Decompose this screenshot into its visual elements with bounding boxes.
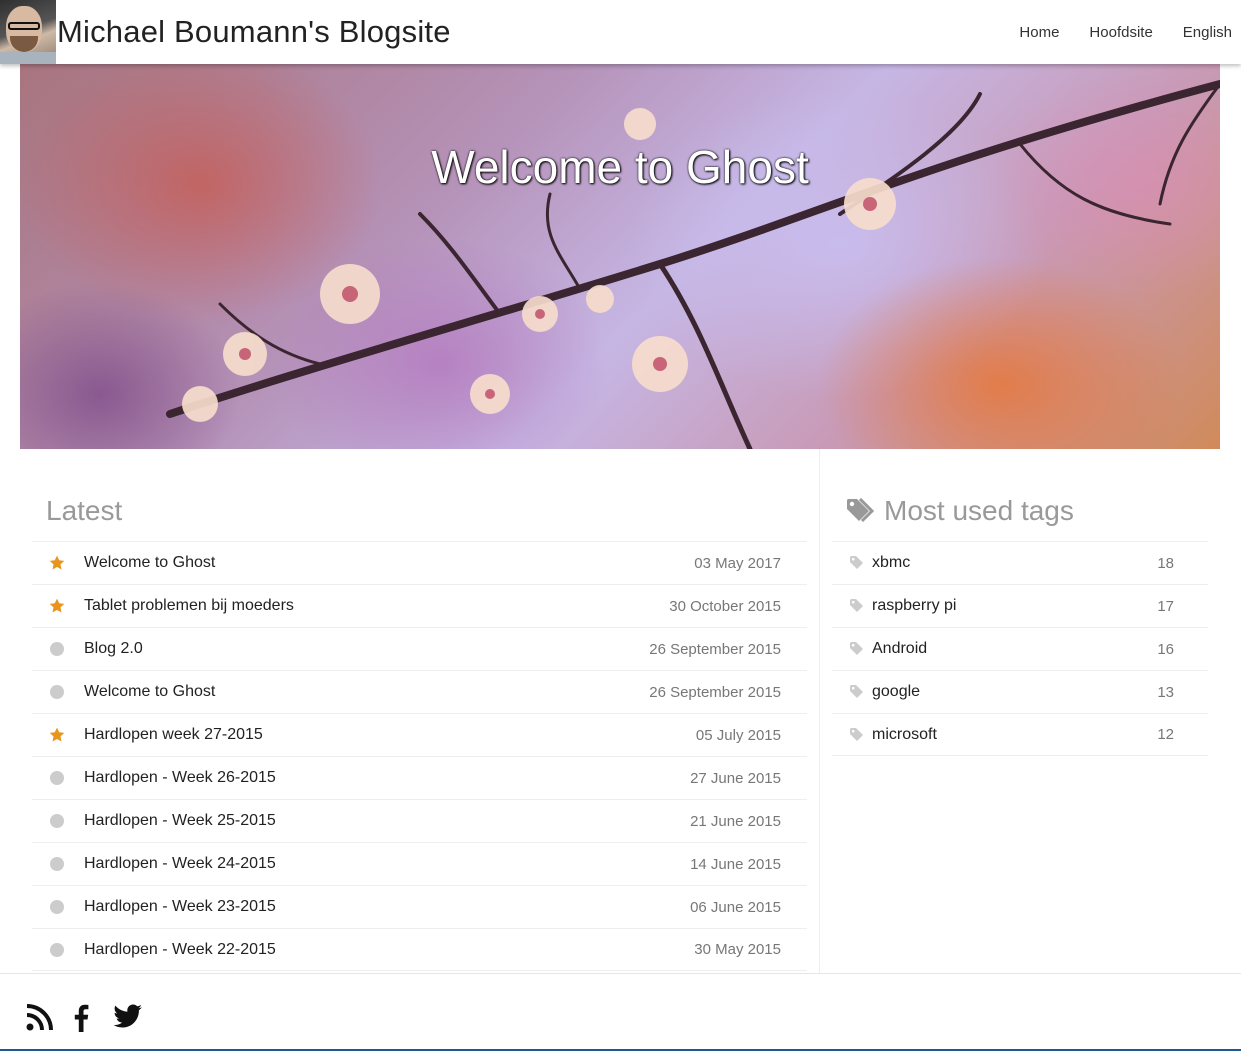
post-row[interactable]: Welcome to Ghost 03 May 2017 bbox=[32, 541, 807, 584]
post-dot-icon bbox=[49, 856, 65, 872]
post-title[interactable]: Hardlopen - Week 26-2015 bbox=[84, 769, 276, 787]
tag-icon bbox=[850, 728, 863, 741]
nav-english-link[interactable]: English bbox=[1183, 24, 1232, 41]
nav-hoofdsite-link[interactable]: Hoofdsite bbox=[1089, 24, 1152, 41]
tag-row[interactable]: microsoft 12 bbox=[832, 713, 1208, 756]
post-date: 26 September 2015 bbox=[649, 640, 781, 658]
post-title[interactable]: Welcome to Ghost bbox=[84, 554, 215, 572]
rss-icon[interactable] bbox=[26, 1004, 53, 1036]
blossom-branch-illustration bbox=[166, 80, 1220, 449]
tag-count: 18 bbox=[1157, 554, 1174, 572]
post-title[interactable]: Blog 2.0 bbox=[84, 640, 143, 658]
post-title[interactable]: Hardlopen - Week 22-2015 bbox=[84, 941, 276, 959]
top-navbar: Michael Boumann's Blogsite Home Hoofdsit… bbox=[0, 0, 1241, 64]
tag-icon bbox=[850, 556, 863, 569]
nav-home-link[interactable]: Home bbox=[1019, 24, 1059, 41]
tag-name[interactable]: xbmc bbox=[872, 554, 910, 572]
post-title[interactable]: Hardlopen - Week 24-2015 bbox=[84, 855, 276, 873]
latest-posts-list: Welcome to Ghost 03 May 2017 Tablet prob… bbox=[32, 541, 807, 971]
featured-star-icon bbox=[49, 555, 65, 571]
tag-count: 12 bbox=[1157, 726, 1174, 743]
tag-row[interactable]: Android 16 bbox=[832, 627, 1208, 670]
tag-row[interactable]: google 13 bbox=[832, 670, 1208, 713]
tag-name[interactable]: google bbox=[872, 683, 920, 701]
footer bbox=[0, 973, 1241, 1051]
tag-name[interactable]: raspberry pi bbox=[872, 597, 956, 615]
post-title[interactable]: Hardlopen - Week 23-2015 bbox=[84, 898, 276, 916]
post-title[interactable]: Tablet problemen bij moeders bbox=[84, 597, 294, 615]
post-dot-icon bbox=[49, 641, 65, 657]
post-date: 03 May 2017 bbox=[694, 554, 781, 572]
tags-icon bbox=[847, 498, 875, 523]
tag-count: 16 bbox=[1157, 640, 1174, 658]
post-dot-icon bbox=[49, 899, 65, 915]
tag-name[interactable]: microsoft bbox=[872, 726, 937, 744]
post-date: 30 October 2015 bbox=[669, 597, 781, 615]
tags-heading-label: Most used tags bbox=[884, 495, 1074, 526]
post-dot-icon bbox=[49, 770, 65, 786]
post-title[interactable]: Hardlopen - Week 25-2015 bbox=[84, 812, 276, 830]
tag-count: 13 bbox=[1157, 683, 1174, 701]
site-title[interactable]: Michael Boumann's Blogsite bbox=[57, 14, 451, 50]
tag-row[interactable]: xbmc 18 bbox=[832, 541, 1208, 584]
featured-star-icon bbox=[49, 727, 65, 743]
twitter-icon[interactable] bbox=[113, 1004, 143, 1035]
post-dot-icon bbox=[49, 813, 65, 829]
post-date: 14 June 2015 bbox=[690, 855, 781, 873]
tag-icon bbox=[850, 685, 863, 698]
post-row[interactable]: Blog 2.0 26 September 2015 bbox=[32, 627, 807, 670]
post-date: 26 September 2015 bbox=[649, 683, 781, 701]
post-dot-icon bbox=[49, 684, 65, 700]
tag-icon bbox=[850, 599, 863, 612]
tag-row[interactable]: raspberry pi 17 bbox=[832, 584, 1208, 627]
post-row[interactable]: Hardlopen - Week 23-2015 06 June 2015 bbox=[32, 885, 807, 928]
column-divider bbox=[819, 449, 820, 973]
tags-heading: Most used tags bbox=[846, 495, 1074, 527]
post-row[interactable]: Tablet problemen bij moeders 30 October … bbox=[32, 584, 807, 627]
post-title[interactable]: Welcome to Ghost bbox=[84, 683, 215, 701]
post-dot-icon bbox=[49, 942, 65, 958]
post-date: 05 July 2015 bbox=[695, 726, 781, 744]
post-date: 30 May 2015 bbox=[694, 941, 781, 958]
hero-banner[interactable]: Welcome to Ghost bbox=[20, 64, 1220, 449]
tags-list: xbmc 18 raspberry pi 17 Android 16 googl… bbox=[832, 541, 1208, 756]
tag-icon bbox=[850, 642, 863, 655]
post-date: 06 June 2015 bbox=[690, 898, 781, 916]
post-date: 21 June 2015 bbox=[690, 812, 781, 830]
author-avatar[interactable] bbox=[0, 0, 56, 64]
post-row[interactable]: Hardlopen week 27-2015 05 July 2015 bbox=[32, 713, 807, 756]
featured-star-icon bbox=[49, 598, 65, 614]
tag-count: 17 bbox=[1157, 597, 1174, 615]
post-row[interactable]: Hardlopen - Week 26-2015 27 June 2015 bbox=[32, 756, 807, 799]
post-row[interactable]: Hardlopen - Week 24-2015 14 June 2015 bbox=[32, 842, 807, 885]
latest-heading: Latest bbox=[46, 495, 123, 526]
post-row[interactable]: Welcome to Ghost 26 September 2015 bbox=[32, 670, 807, 713]
facebook-icon[interactable] bbox=[72, 1004, 90, 1037]
post-date: 27 June 2015 bbox=[690, 769, 781, 787]
tag-name[interactable]: Android bbox=[872, 640, 927, 658]
hero-title[interactable]: Welcome to Ghost bbox=[20, 140, 1220, 194]
post-row[interactable]: Hardlopen - Week 22-2015 30 May 2015 bbox=[32, 928, 807, 971]
main-nav: Home Hoofdsite English bbox=[1019, 0, 1232, 64]
post-title[interactable]: Hardlopen week 27-2015 bbox=[84, 726, 263, 744]
post-row[interactable]: Hardlopen - Week 25-2015 21 June 2015 bbox=[32, 799, 807, 842]
